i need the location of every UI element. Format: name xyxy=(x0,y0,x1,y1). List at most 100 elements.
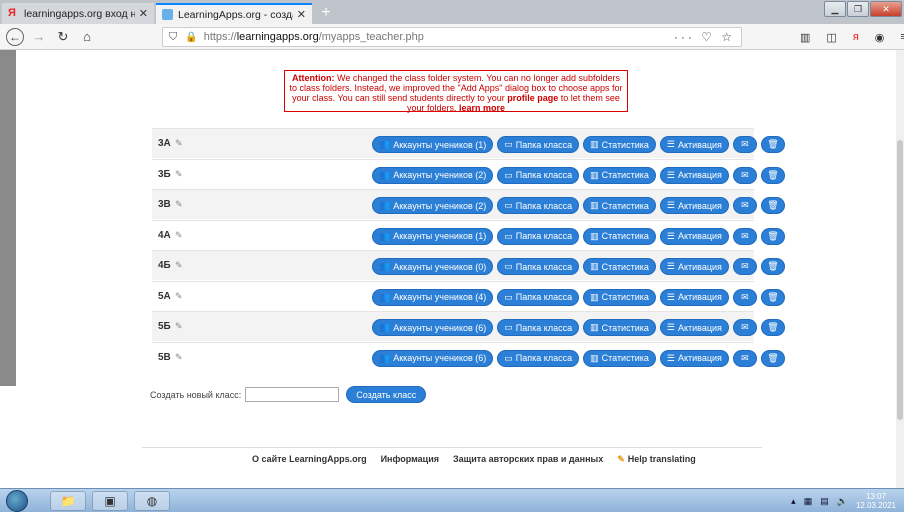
tab-learningapps-login[interactable]: Я learningapps.org вход на стра ✕ xyxy=(2,3,154,24)
class-folder-button[interactable]: ▭ Папка класса xyxy=(497,258,580,275)
home-button[interactable]: ⌂ xyxy=(78,28,96,46)
student-accounts-button[interactable]: 👥 Аккаунты учеников (2) xyxy=(372,166,494,184)
lock-icon[interactable]: 🔒 xyxy=(185,32,197,43)
trash-icon: 🗑 xyxy=(767,169,779,180)
statistics-button[interactable]: ▥ Статистика xyxy=(583,166,656,184)
create-class-button[interactable]: Создать класс xyxy=(346,386,427,403)
email-button[interactable]: ✉ xyxy=(732,349,757,367)
maximize-button[interactable]: ❐ xyxy=(847,1,869,17)
delete-button[interactable]: 🗑 xyxy=(760,258,785,275)
back-button[interactable]: ← xyxy=(6,28,24,46)
volume-icon[interactable]: 🔈 xyxy=(837,496,848,507)
close-window-button[interactable]: ✕ xyxy=(870,1,902,17)
student-accounts-button[interactable]: 👥 Аккаунты учеников (2) xyxy=(372,197,494,214)
delete-button[interactable]: 🗑 xyxy=(760,227,785,245)
statistics-button[interactable]: ▥ Статистика xyxy=(583,197,656,214)
class-folder-button[interactable]: ▭ Папка класса xyxy=(497,166,580,184)
activation-button[interactable]: ☰ Активация xyxy=(659,288,729,306)
minimize-button[interactable]: ▁ xyxy=(824,1,846,17)
tray-arrow-icon[interactable]: ▴ xyxy=(791,496,796,507)
email-button[interactable]: ✉ xyxy=(732,136,757,153)
footer-about-link[interactable]: О сайте LearningApps.org xyxy=(252,454,367,465)
class-folder-button[interactable]: ▭ Папка класса xyxy=(497,319,580,336)
tab-learningapps-create[interactable]: LearningApps.org - создание ✕ xyxy=(156,3,312,24)
delete-button[interactable]: 🗑 xyxy=(760,197,785,214)
delete-button[interactable]: 🗑 xyxy=(760,349,785,367)
account-icon[interactable]: ◉ xyxy=(875,31,885,44)
edit-pencil-icon[interactable]: ✎ xyxy=(175,260,183,271)
close-tab-icon[interactable]: ✕ xyxy=(139,7,148,20)
page-actions[interactable]: ··· ♡ ☆ xyxy=(674,30,735,44)
student-accounts-button[interactable]: 👥 Аккаунты учеников (0) xyxy=(372,258,494,275)
class-name-input[interactable] xyxy=(245,387,340,402)
statistics-button[interactable]: ▥ Статистика xyxy=(583,227,656,245)
learn-more-link[interactable]: learn more xyxy=(459,103,505,113)
activation-button[interactable]: ☰ Активация xyxy=(659,166,729,184)
email-button[interactable]: ✉ xyxy=(732,288,757,306)
email-button[interactable]: ✉ xyxy=(732,319,757,336)
new-tab-button[interactable]: + xyxy=(316,3,336,23)
sidebar-icon[interactable]: ◫ xyxy=(826,31,836,44)
email-button[interactable]: ✉ xyxy=(732,166,757,184)
clock[interactable]: 13:07 12.03.2021 xyxy=(856,492,896,510)
class-folder-button[interactable]: ▭ Папка класса xyxy=(497,349,580,367)
student-accounts-button[interactable]: 👥 Аккаунты учеников (1) xyxy=(372,227,494,245)
scrollbar-thumb[interactable] xyxy=(897,140,903,420)
class-folder-button[interactable]: ▭ Папка класса xyxy=(497,136,580,153)
statistics-button[interactable]: ▥ Статистика xyxy=(583,258,656,275)
footer-info-link[interactable]: Информация xyxy=(381,454,439,465)
email-button[interactable]: ✉ xyxy=(732,197,757,214)
statistics-button[interactable]: ▥ Статистика xyxy=(583,288,656,306)
statistics-button[interactable]: ▥ Статистика xyxy=(583,136,656,153)
reload-button[interactable]: ↻ xyxy=(54,28,72,46)
class-folder-button[interactable]: ▭ Папка класса xyxy=(497,288,580,306)
student-accounts-button[interactable]: 👥 Аккаунты учеников (4) xyxy=(372,288,494,306)
firefox-taskbar-icon[interactable]: ◍ xyxy=(134,491,170,511)
media-taskbar-icon[interactable]: ▣ xyxy=(92,491,128,511)
profile-page-link[interactable]: profile page xyxy=(507,93,558,103)
edit-pencil-icon[interactable]: ✎ xyxy=(175,199,183,210)
delete-button[interactable]: 🗑 xyxy=(760,288,785,306)
network-icon[interactable]: ▦ xyxy=(804,496,813,507)
edit-pencil-icon[interactable]: ✎ xyxy=(175,230,183,241)
activation-button[interactable]: ☰ Активация xyxy=(659,258,729,275)
edit-pencil-icon[interactable]: ✎ xyxy=(175,138,183,149)
footer-translate-link[interactable]: ✎ Help translating xyxy=(617,454,696,465)
student-accounts-button[interactable]: 👥 Аккаунты учеников (6) xyxy=(372,349,494,367)
statistics-button[interactable]: ▥ Статистика xyxy=(583,349,656,367)
footer-copyright-link[interactable]: Защита авторских прав и данных xyxy=(453,454,603,465)
student-accounts-button[interactable]: 👥 Аккаунты учеников (6) xyxy=(372,319,494,336)
statistics-button[interactable]: ▥ Статистика xyxy=(583,319,656,336)
activation-button[interactable]: ☰ Активация xyxy=(659,319,729,336)
delete-button[interactable]: 🗑 xyxy=(760,166,785,184)
email-button[interactable]: ✉ xyxy=(732,227,757,245)
edit-pencil-icon[interactable]: ✎ xyxy=(175,169,183,180)
explorer-taskbar-icon[interactable]: 📁 xyxy=(50,491,86,511)
delete-button[interactable]: 🗑 xyxy=(760,136,785,153)
address-bar[interactable]: ⛉ 🔒 https:// learningapps.org /myapps_te… xyxy=(162,27,742,47)
class-folder-button[interactable]: ▭ Папка класса xyxy=(497,197,580,214)
statistics-label: Статистика xyxy=(601,322,649,333)
class-folder-button[interactable]: ▭ Папка класса xyxy=(497,227,580,245)
email-button[interactable]: ✉ xyxy=(732,258,757,275)
activation-button[interactable]: ☰ Активация xyxy=(659,349,729,367)
activation-button[interactable]: ☰ Активация xyxy=(659,227,729,245)
activation-button[interactable]: ☰ Активация xyxy=(659,197,729,214)
edit-pencil-icon[interactable]: ✎ xyxy=(175,291,183,302)
library-icon[interactable]: ▥ xyxy=(800,31,810,44)
start-button[interactable] xyxy=(6,490,28,512)
class-folder-label: Папка класса xyxy=(515,139,573,150)
edit-pencil-icon[interactable]: ✎ xyxy=(175,352,183,363)
delete-button[interactable]: 🗑 xyxy=(760,319,785,336)
page-scrollbar[interactable] xyxy=(896,50,904,488)
student-accounts-label: Аккаунты учеников (0) xyxy=(393,261,487,272)
shield-icon[interactable]: ⛉ xyxy=(169,31,177,44)
keyboard-icon[interactable]: ▤ xyxy=(820,496,829,507)
menu-icon[interactable]: ≡ xyxy=(900,31,904,44)
activation-button[interactable]: ☰ Активация xyxy=(659,136,729,153)
edit-pencil-icon[interactable]: ✎ xyxy=(175,321,183,332)
student-accounts-button[interactable]: 👥 Аккаунты учеников (1) xyxy=(372,136,494,153)
close-tab-icon[interactable]: ✕ xyxy=(297,8,306,21)
forward-button[interactable]: → xyxy=(30,28,48,46)
yandex-icon[interactable]: я xyxy=(853,31,859,44)
